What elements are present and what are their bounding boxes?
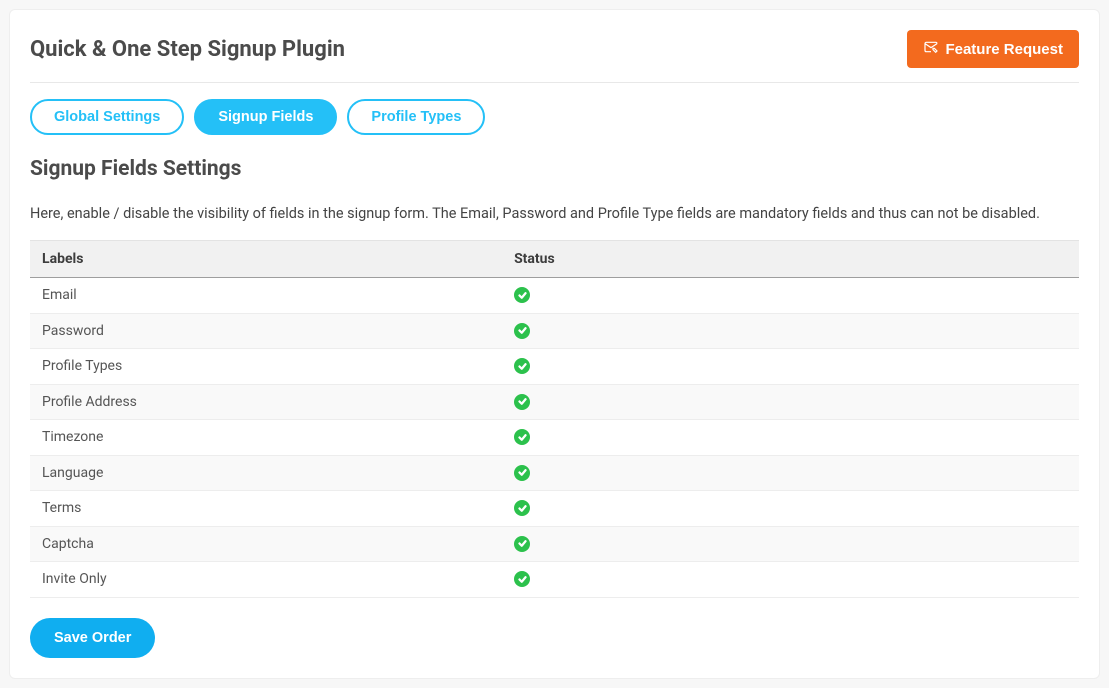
- table-row: Profile Types: [30, 349, 1079, 385]
- table-row: Terms: [30, 491, 1079, 527]
- status-toggle[interactable]: [514, 571, 530, 587]
- row-label: Terms: [30, 491, 502, 527]
- col-labels: Labels: [30, 241, 502, 278]
- row-label: Captcha: [30, 526, 502, 562]
- row-label: Profile Address: [30, 384, 502, 420]
- status-toggle[interactable]: [514, 323, 530, 339]
- row-label: Email: [30, 278, 502, 314]
- feature-request-button[interactable]: Feature Request: [907, 30, 1079, 68]
- status-toggle[interactable]: [514, 429, 530, 445]
- mail-edit-icon: [923, 39, 939, 59]
- table-row: Password: [30, 313, 1079, 349]
- settings-card: Quick & One Step Signup Plugin Feature R…: [9, 9, 1100, 679]
- table-row: Invite Only: [30, 562, 1079, 598]
- table-head-row: Labels Status: [30, 241, 1079, 278]
- page-title: Quick & One Step Signup Plugin: [30, 37, 345, 62]
- fields-table: Labels Status Email Password Profile Typ…: [30, 240, 1079, 598]
- table-row: Timezone: [30, 420, 1079, 456]
- status-toggle[interactable]: [514, 394, 530, 410]
- tabs: Global Settings Signup Fields Profile Ty…: [30, 99, 1079, 135]
- status-toggle[interactable]: [514, 465, 530, 481]
- row-label: Invite Only: [30, 562, 502, 598]
- tab-profile-types[interactable]: Profile Types: [347, 99, 485, 135]
- tab-signup-fields[interactable]: Signup Fields: [194, 99, 337, 135]
- row-label: Language: [30, 455, 502, 491]
- status-toggle[interactable]: [514, 358, 530, 374]
- status-toggle[interactable]: [514, 287, 530, 303]
- status-toggle[interactable]: [514, 500, 530, 516]
- description: Here, enable / disable the visibility of…: [30, 205, 1079, 222]
- col-status: Status: [502, 241, 1079, 278]
- header: Quick & One Step Signup Plugin Feature R…: [30, 30, 1079, 83]
- section-title: Signup Fields Settings: [30, 157, 1079, 181]
- tab-global-settings[interactable]: Global Settings: [30, 99, 184, 135]
- table-row: Captcha: [30, 526, 1079, 562]
- row-label: Timezone: [30, 420, 502, 456]
- row-label: Password: [30, 313, 502, 349]
- status-toggle[interactable]: [514, 536, 530, 552]
- feature-request-label: Feature Request: [945, 41, 1063, 58]
- table-row: Profile Address: [30, 384, 1079, 420]
- table-row: Language: [30, 455, 1079, 491]
- row-label: Profile Types: [30, 349, 502, 385]
- table-row: Email: [30, 278, 1079, 314]
